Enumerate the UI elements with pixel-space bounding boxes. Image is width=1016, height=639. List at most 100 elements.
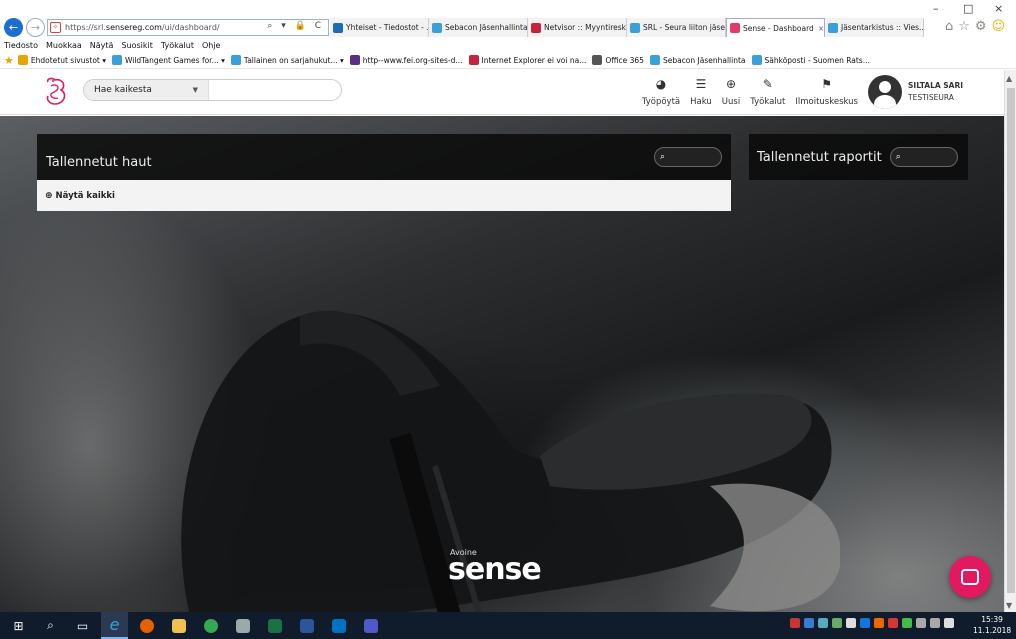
favorite-link[interactable]: Sähköposti - Suomen Rats...: [751, 55, 870, 65]
network-icon[interactable]: [930, 618, 940, 628]
favorite-label: Ehdotetut sivustot ▾: [30, 55, 106, 65]
tray-icon[interactable]: [846, 618, 856, 628]
nav-notifications[interactable]: ⚑ Ilmoituskeskus: [795, 76, 858, 107]
search-input[interactable]: [209, 81, 341, 99]
excel-icon[interactable]: [261, 612, 288, 639]
browser-tab[interactable]: SRL - Seura liiton jäse...: [627, 18, 726, 37]
tab-close-icon[interactable]: ×: [818, 24, 824, 33]
tray-icon[interactable]: [832, 618, 842, 628]
teams-icon[interactable]: [357, 612, 384, 639]
clock-time: 15:39: [981, 615, 1003, 624]
saved-reports-panel: Tallennetut raportit ⌕: [749, 134, 968, 180]
address-url[interactable]: https://srl.sensereg.com/ui/dashboard/: [65, 23, 220, 32]
favorite-label: http--www.fei.org-sites-d...: [362, 55, 463, 65]
favorites-star-icon[interactable]: ☆: [958, 19, 970, 34]
tray-icon[interactable]: [902, 618, 912, 628]
favorites-star-icon[interactable]: ★: [4, 54, 14, 67]
file-explorer-icon[interactable]: [165, 612, 192, 639]
minimize-button[interactable]: –: [933, 2, 939, 15]
tab-label: Netvisor :: Myyntiresk...: [544, 23, 627, 32]
nav-new[interactable]: ⊕ Uusi: [722, 76, 740, 107]
menu-edit[interactable]: Muokkaa: [46, 41, 82, 50]
start-windows-icon[interactable]: ⊞: [5, 612, 32, 639]
volume-icon[interactable]: [916, 618, 926, 628]
address-bar[interactable]: ✧ https://srl.sensereg.com/ui/dashboard/…: [47, 19, 329, 36]
close-window-button[interactable]: ×: [994, 2, 1003, 15]
tab-favicon-icon: [333, 22, 343, 33]
settings-gear-icon[interactable]: ⚙: [975, 19, 987, 34]
favorite-favicon-icon: [349, 55, 360, 65]
search-icon[interactable]: ⌕: [37, 612, 64, 639]
scroll-down-icon[interactable]: ▼: [1006, 601, 1012, 610]
search-icon: ⌕: [895, 152, 901, 162]
plus-circle-icon: ⊕: [45, 190, 53, 201]
word-icon[interactable]: [293, 612, 320, 639]
tray-icon[interactable]: [818, 618, 828, 628]
browser-tab[interactable]: Sebacon Jäsenhallinta: [429, 18, 528, 37]
browser-tab[interactable]: Sense - Dashboard ×: [726, 18, 825, 37]
maximize-button[interactable]: □: [963, 2, 973, 15]
smiley-feedback-icon[interactable]: ☺: [992, 19, 1006, 34]
user-menu[interactable]: SILTALA SARI TESTISEURA: [868, 75, 963, 109]
saved-searches-filter[interactable]: ⌕: [654, 147, 722, 167]
chat-button[interactable]: [949, 556, 991, 598]
menu-tools[interactable]: Työkalut: [161, 41, 194, 50]
favorite-favicon-icon: [751, 55, 762, 65]
favorite-link[interactable]: Ehdotetut sivustot ▾: [17, 55, 106, 65]
browser-address-row: ← → ✧ https://srl.sensereg.com/ui/dashbo…: [0, 0, 1016, 38]
database-icon: ☰: [695, 77, 707, 91]
notification-icon[interactable]: [944, 618, 954, 628]
search-scope-select[interactable]: Hae kaikesta ▼: [84, 80, 209, 100]
nav-tools[interactable]: ✎ Työkalut: [750, 76, 785, 107]
tray-icon[interactable]: [888, 618, 898, 628]
browser-tab[interactable]: Yhteiset - Tiedostot - ...: [330, 18, 429, 37]
favorite-link[interactable]: Sebacon Jäsenhallinta: [649, 55, 746, 65]
back-button[interactable]: ←: [4, 18, 23, 37]
nav-dashboard[interactable]: ◕ Työpöytä: [642, 76, 680, 107]
main-nav: ◕ Työpöytä ☰ Haku ⊕ Uusi ✎ Työkalut ⚑ Il…: [632, 76, 858, 107]
sense-brand-logo: Avoine sense: [448, 548, 542, 587]
taskbar-clock[interactable]: 15:39 11.1.2018: [973, 614, 1011, 636]
favorite-label: Tallainen on sarjahukut... ▾: [243, 55, 344, 65]
site-favicon-icon: ✧: [50, 22, 61, 33]
saved-reports-filter[interactable]: ⌕: [889, 147, 958, 167]
plus-circle-icon: ⊕: [725, 77, 737, 91]
nav-search[interactable]: ☰ Haku: [690, 76, 712, 107]
task-view-icon[interactable]: ▭: [69, 612, 96, 639]
chrome-icon[interactable]: [197, 612, 224, 639]
show-all-label: Näytä kaikki: [55, 190, 115, 201]
firefox-icon[interactable]: [133, 612, 160, 639]
favorite-favicon-icon: [112, 55, 122, 65]
forward-button[interactable]: →: [26, 18, 45, 37]
tray-icon[interactable]: [874, 618, 884, 628]
scrollbar-thumb[interactable]: [1007, 88, 1015, 593]
vertical-scrollbar[interactable]: ▲ ▼: [1004, 70, 1016, 612]
outlook-icon[interactable]: [325, 612, 352, 639]
flag-icon: ⚑: [821, 77, 833, 91]
favorite-link[interactable]: Internet Explorer ei voi na...: [468, 55, 586, 65]
favorite-link[interactable]: Office 365: [592, 55, 644, 65]
internet-explorer-icon[interactable]: e: [101, 612, 128, 639]
home-icon[interactable]: ⌂: [945, 19, 953, 34]
menu-view[interactable]: Näytä: [90, 41, 114, 50]
favorite-link[interactable]: http--www.fei.org-sites-d...: [349, 55, 463, 65]
scroll-up-icon[interactable]: ▲: [1006, 74, 1012, 83]
address-tools[interactable]: ⌕ ▾ 🔒 C: [267, 21, 324, 31]
sense-logo-icon[interactable]: [42, 76, 70, 108]
tray-icon[interactable]: [860, 618, 870, 628]
tray-icon[interactable]: [790, 618, 800, 628]
favorite-link[interactable]: WildTangent Games for... ▾: [112, 55, 225, 65]
avatar: [868, 75, 902, 109]
app-icon[interactable]: [229, 612, 256, 639]
browser-tab[interactable]: Netvisor :: Myyntiresk...: [528, 18, 627, 37]
show-all-link[interactable]: ⊕ Näytä kaikki: [37, 180, 731, 211]
menu-file[interactable]: Tiedosto: [4, 41, 38, 50]
nav-label: Ilmoituskeskus: [795, 97, 858, 107]
menu-help[interactable]: Ohje: [202, 41, 221, 50]
system-tray: [790, 618, 954, 628]
menu-favorites[interactable]: Suosikit: [121, 41, 152, 50]
favorite-link[interactable]: Tallainen on sarjahukut... ▾: [230, 55, 344, 65]
browser-tab[interactable]: Jäsentarkistus :: Vies...: [825, 18, 924, 37]
tray-icon[interactable]: [804, 618, 814, 628]
arrow-right-icon: →: [30, 21, 41, 34]
